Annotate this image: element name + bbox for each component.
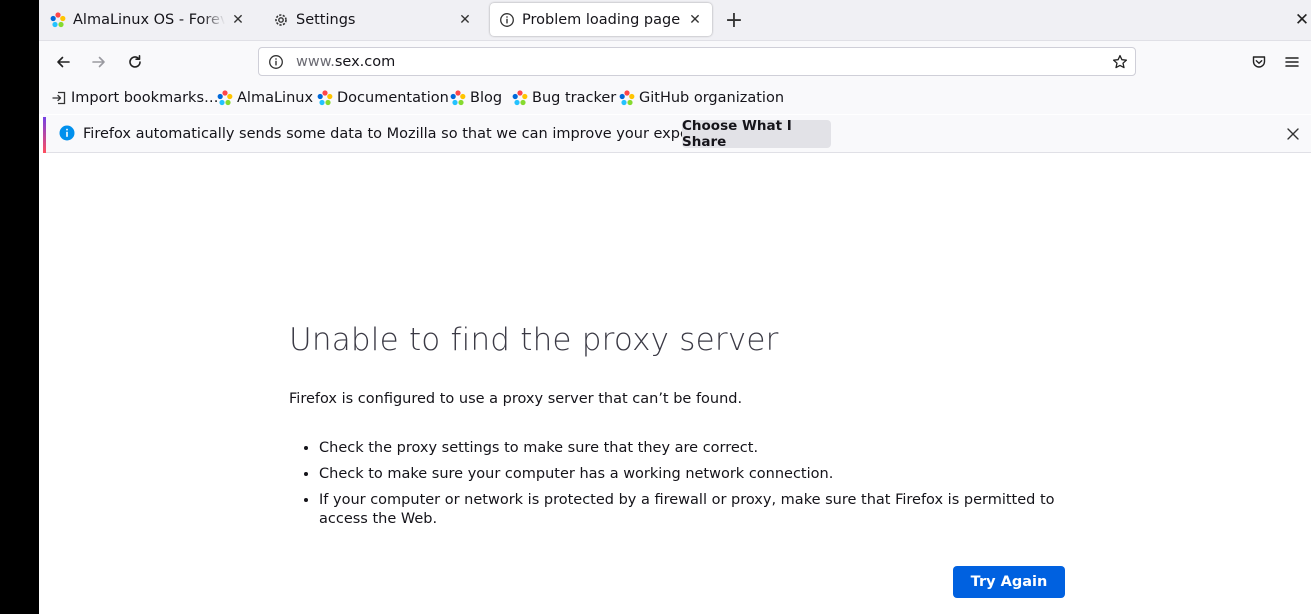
window-close-button[interactable]: ✕ <box>1292 10 1311 30</box>
pocket-button[interactable] <box>1248 51 1270 73</box>
bookmark-bug-tracker[interactable]: Bug tracker <box>512 88 616 108</box>
bookmark-documentation[interactable]: Documentation <box>317 88 449 108</box>
bookmark-label: Bug tracker <box>532 90 617 106</box>
forward-button[interactable] <box>88 51 110 73</box>
bookmark-import[interactable]: Import bookmarks… <box>51 88 219 108</box>
tab-label: Settings <box>296 11 356 28</box>
error-title: Unable to find the proxy server <box>289 322 779 358</box>
close-icon[interactable]: ✕ <box>458 12 472 28</box>
try-again-button[interactable]: Try Again <box>953 566 1065 598</box>
bookmark-label: Blog <box>470 90 503 106</box>
url-host: sex.com <box>334 53 396 70</box>
almalinux-logo-icon <box>512 90 528 106</box>
bookmark-label: GitHub organization <box>639 90 785 106</box>
almalinux-logo-icon <box>619 90 635 106</box>
bookmark-label: Import bookmarks… <box>71 90 219 106</box>
error-page: Unable to find the proxy server Firefox … <box>39 154 1311 614</box>
error-description: Firefox is configured to use a proxy ser… <box>289 391 743 407</box>
browser-window: AlmaLinux OS - Forever-Free Enterprise O… <box>39 0 1311 614</box>
close-icon[interactable] <box>1283 124 1303 144</box>
list-item: If your computer or network is protected… <box>319 491 1089 529</box>
almalinux-logo-icon <box>450 90 466 106</box>
data-reporting-notification: Firefox automatically sends some data to… <box>43 115 1311 153</box>
tab-label: AlmaLinux OS - Forever-Free Enterprise O… <box>73 11 225 28</box>
new-tab-button[interactable]: + <box>723 8 745 33</box>
site-info-icon[interactable] <box>262 54 290 70</box>
info-icon <box>59 125 75 141</box>
bookmark-github-organization[interactable]: GitHub organization <box>619 88 784 108</box>
notification-message: Firefox automatically sends some data to… <box>83 126 739 142</box>
bookmarks-toolbar: Import bookmarks… AlmaLinux Documentatio… <box>39 82 1311 114</box>
hamburger-menu-icon <box>1285 57 1299 67</box>
almalinux-logo-icon <box>317 90 333 106</box>
tab-label: Problem loading page <box>522 11 681 28</box>
url-prefix: www. <box>296 53 335 70</box>
gear-icon <box>273 12 289 28</box>
back-button[interactable] <box>52 51 74 73</box>
import-icon <box>51 90 67 106</box>
tab-strip: AlmaLinux OS - Forever-Free Enterprise O… <box>39 0 1311 40</box>
tab-almalinux[interactable]: AlmaLinux OS - Forever-Free Enterprise O… <box>41 3 255 36</box>
url-text[interactable]: www.sex.com <box>296 54 1105 70</box>
almalinux-logo-icon <box>50 11 66 28</box>
navigation-toolbar: www.sex.com <box>39 40 1311 82</box>
choose-what-i-share-button[interactable]: Choose What I Share <box>682 118 831 150</box>
bookmark-label: AlmaLinux <box>237 90 314 106</box>
url-bar[interactable]: www.sex.com <box>258 47 1136 76</box>
app-menu-button[interactable] <box>1281 51 1303 73</box>
back-arrow-icon <box>57 56 70 68</box>
notification-accent-bar <box>43 117 46 153</box>
reload-button[interactable] <box>124 51 146 73</box>
reload-icon <box>129 55 141 68</box>
tab-settings[interactable]: Settings ✕ <box>264 3 482 36</box>
forward-arrow-icon <box>92 56 105 68</box>
error-suggestions: Check the proxy settings to make sure th… <box>305 439 1089 536</box>
bookmark-blog[interactable]: Blog <box>450 88 502 108</box>
list-item: Check the proxy settings to make sure th… <box>319 439 1089 458</box>
close-icon[interactable]: ✕ <box>688 12 702 28</box>
bookmark-almalinux[interactable]: AlmaLinux <box>217 88 313 108</box>
info-icon <box>499 12 515 28</box>
tab-problem-loading[interactable]: Problem loading page ✕ <box>490 3 712 36</box>
bookmark-label: Documentation <box>337 90 449 106</box>
almalinux-logo-icon <box>217 90 233 106</box>
list-item: Check to make sure your computer has a w… <box>319 465 1089 484</box>
close-icon[interactable]: ✕ <box>231 12 245 28</box>
bookmark-star-icon[interactable] <box>1105 54 1135 70</box>
pocket-icon <box>1252 56 1266 68</box>
